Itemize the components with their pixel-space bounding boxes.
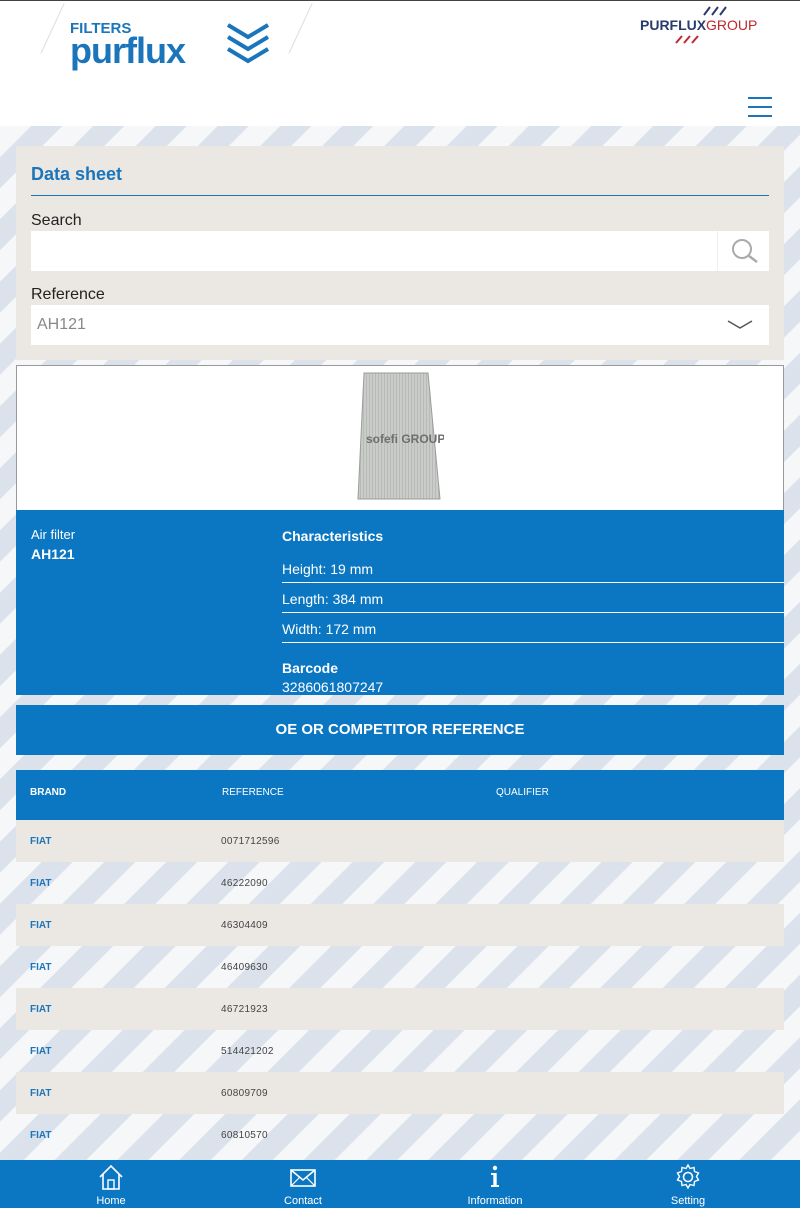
datasheet-panel: Data sheet Search Reference AH121 <box>16 146 784 360</box>
nav-contact[interactable]: Contact <box>243 1160 363 1208</box>
table-row[interactable]: FIAT 60809709 <box>16 1072 784 1114</box>
characteristic-length: Length: 384 mm <box>282 583 784 613</box>
row-brand[interactable]: FIAT <box>30 1004 51 1015</box>
oe-reference-header: OE OR COMPETITOR REFERENCE <box>16 705 784 755</box>
table-row[interactable]: FIAT 514421202 <box>16 1030 784 1072</box>
svg-text:purflux: purflux <box>70 30 186 71</box>
product-image: sofefi GROUP <box>357 372 444 500</box>
info-icon <box>491 1165 499 1187</box>
svg-text:GROUP: GROUP <box>706 17 757 33</box>
nav-information[interactable]: Information <box>435 1160 555 1208</box>
decor-line <box>288 3 313 54</box>
characteristics-title: Characteristics <box>282 528 384 544</box>
reference-select[interactable]: AH121 <box>31 305 769 345</box>
row-brand[interactable]: FIAT <box>30 1088 51 1099</box>
table-row[interactable]: FIAT 46409630 <box>16 946 784 988</box>
product-type: Air filter <box>31 527 76 542</box>
characteristic-height: Height: 19 mm <box>282 553 784 583</box>
row-reference: 46222090 <box>221 878 268 889</box>
product-reference: AH121 <box>31 546 75 562</box>
top-bar: FILTERS purflux PURFLUX GROUP <box>0 0 800 126</box>
row-reference: 0071712596 <box>221 836 280 847</box>
search-label: Search <box>31 212 82 229</box>
hamburger-menu-icon[interactable] <box>748 97 772 117</box>
row-brand[interactable]: FIAT <box>30 1046 51 1057</box>
reference-selected-value: AH121 <box>37 316 86 333</box>
nav-home[interactable]: Home <box>51 1160 171 1208</box>
search-input[interactable] <box>31 231 717 271</box>
column-qualifier: QUALIFIER <box>496 787 549 798</box>
barcode-title: Barcode <box>282 660 339 676</box>
search-button[interactable] <box>717 231 769 271</box>
bottom-navigation: Home Contact Information Setting <box>0 1160 800 1208</box>
table-row[interactable]: FIAT 60810570 <box>16 1114 784 1156</box>
title-divider <box>31 195 769 196</box>
decor-line <box>40 3 65 54</box>
row-brand[interactable]: FIAT <box>30 1130 51 1141</box>
row-brand[interactable]: FIAT <box>30 920 51 931</box>
column-reference: REFERENCE <box>222 787 284 798</box>
envelope-icon <box>290 1169 316 1187</box>
oe-reference-table: FIAT 0071712596 FIAT 46222090 FIAT 46304… <box>16 820 784 1156</box>
reference-label: Reference <box>31 286 105 303</box>
home-icon <box>99 1164 123 1190</box>
row-reference: 46409630 <box>221 962 268 973</box>
table-header: BRAND REFERENCE QUALIFIER <box>16 770 784 820</box>
nav-contact-label: Contact <box>284 1195 322 1207</box>
row-reference: 60809709 <box>221 1088 268 1099</box>
product-image-caption: sofefi GROUP <box>366 432 444 446</box>
chevron-down-icon <box>727 320 753 329</box>
table-row[interactable]: FIAT 0071712596 <box>16 820 784 862</box>
row-reference: 46304409 <box>221 920 268 931</box>
row-reference: 514421202 <box>221 1046 274 1057</box>
gear-icon <box>676 1163 700 1190</box>
search-icon <box>732 239 758 263</box>
purflux-group-logo[interactable]: PURFLUX GROUP <box>636 5 766 47</box>
product-image-box: sofefi GROUP <box>16 365 784 510</box>
table-row[interactable]: FIAT 46304409 <box>16 904 784 946</box>
row-reference: 46721923 <box>221 1004 268 1015</box>
barcode-value: 3286061807247 <box>282 679 384 695</box>
product-details-panel: Air filter AH121 Characteristics Height:… <box>16 510 784 695</box>
datasheet-title: Data sheet <box>31 164 123 184</box>
column-brand: BRAND <box>30 787 67 798</box>
table-row[interactable]: FIAT 46721923 <box>16 988 784 1030</box>
nav-setting[interactable]: Setting <box>628 1160 748 1208</box>
characteristic-width: Width: 172 mm <box>282 613 784 643</box>
row-brand[interactable]: FIAT <box>30 836 51 847</box>
search-field <box>31 231 769 271</box>
table-row[interactable]: FIAT 46222090 <box>16 862 784 904</box>
row-brand[interactable]: FIAT <box>30 878 51 889</box>
nav-setting-label: Setting <box>670 1195 706 1207</box>
row-reference: 60810570 <box>221 1130 268 1141</box>
nav-home-label: Home <box>96 1195 126 1207</box>
nav-information-label: Information <box>467 1195 523 1207</box>
purflux-logo[interactable]: FILTERS purflux <box>70 19 270 73</box>
row-brand[interactable]: FIAT <box>30 962 51 973</box>
svg-text:PURFLUX: PURFLUX <box>640 17 707 33</box>
